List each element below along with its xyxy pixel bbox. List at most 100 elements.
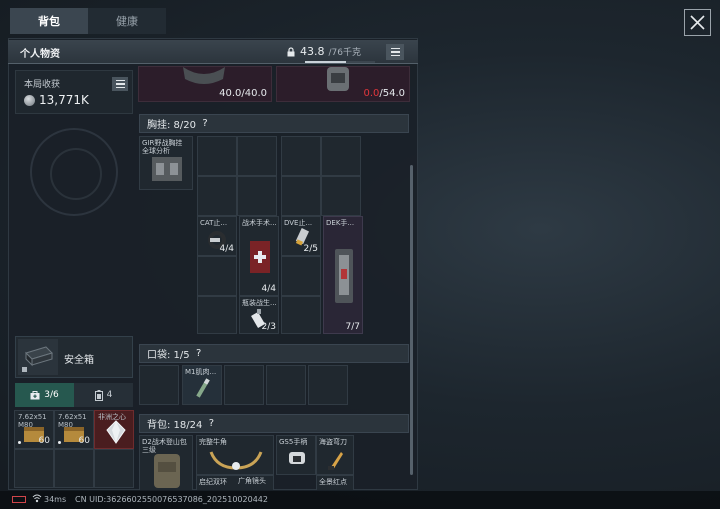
pocket-header: 口袋: 1/5 ? <box>139 344 409 363</box>
medical-case-icon <box>335 249 353 303</box>
surgery-kit-icon <box>250 241 270 273</box>
dek-item[interactable]: DEK手... 7/7 <box>323 216 363 334</box>
grip-icon <box>289 452 305 464</box>
m1-item[interactable]: M1肌肉... <box>182 365 222 405</box>
list-icon <box>115 79 125 82</box>
scrollbar[interactable] <box>410 165 413 475</box>
pocket-slot[interactable] <box>266 365 306 405</box>
chest-slot[interactable] <box>281 176 321 216</box>
safe-subtabs: 3/6 4 <box>15 383 133 407</box>
subtab-battery[interactable]: 4 <box>74 383 133 407</box>
pocket-title: 口袋: 1/5 <box>147 350 190 361</box>
chest-slot[interactable] <box>197 296 237 334</box>
knife-icon <box>328 452 343 470</box>
help-icon[interactable]: ? <box>209 418 214 429</box>
gear-list[interactable]: 40.0/40.0 0.0/54.0 胸挂: 8/20 ? GIR野战胸挂 全球… <box>138 66 414 490</box>
coin-icon <box>24 94 35 106</box>
subtab-medkit[interactable]: 3/6 <box>15 383 74 407</box>
helmet-icon <box>327 67 349 91</box>
menu-icon <box>390 47 400 50</box>
panel-title: 个人物资 <box>20 49 60 60</box>
chest-slot[interactable] <box>281 136 321 176</box>
chest-rig-item[interactable]: GIR野战胸挂 全球分析 <box>139 136 193 190</box>
user-uid: CN UID:3626602550076537086_202510020442 <box>75 495 268 504</box>
pocket-slot[interactable] <box>139 365 179 405</box>
safe-slot-empty[interactable] <box>14 449 54 488</box>
item-qty: 4/4 <box>261 284 276 294</box>
backpack-icon <box>154 454 180 488</box>
item-name: 广角镜头 <box>238 477 266 485</box>
subtab-medkit-label: 3/6 <box>44 390 59 400</box>
harvest-menu-button[interactable] <box>112 77 128 91</box>
safe-grid: 7.62x51 M80 60 7.62x51 M80 60 非洲之心 <box>14 410 134 488</box>
harvest-card: 本局收获 13,771K <box>15 70 133 114</box>
gs5-item[interactable]: GS5手柄 <box>276 435 316 475</box>
safe-slot-empty[interactable] <box>94 449 134 488</box>
safe-box-label: 安全箱 <box>64 355 94 366</box>
chest-slot[interactable] <box>321 136 361 176</box>
surgery-kit-item[interactable]: 战术手术... 4/4 <box>239 216 279 296</box>
item-qty: 7/7 <box>345 322 360 332</box>
item-name: CAT止... <box>200 219 228 227</box>
ammo-qty: 60 <box>38 436 50 446</box>
weight-bar-fill <box>305 61 346 63</box>
helmet-slot[interactable]: 0.0/54.0 <box>276 66 410 102</box>
status-dot <box>18 441 21 444</box>
item-qty: 4/4 <box>219 244 234 254</box>
backpack-item[interactable]: D2战术登山包 三级 <box>139 435 193 490</box>
dve-item[interactable]: DVE止... 2/5 <box>281 216 321 256</box>
pocket-slot[interactable] <box>308 365 348 405</box>
chest-slot[interactable] <box>281 256 321 296</box>
red-dot-item[interactable]: 全景红点 <box>316 475 354 490</box>
harvest-value: 13,771K <box>24 93 89 107</box>
safe-box-slot[interactable]: 安全箱 <box>15 336 133 378</box>
safe-slot-rare[interactable]: 非洲之心 <box>94 410 134 449</box>
wifi-icon <box>32 494 42 505</box>
close-icon <box>690 15 705 30</box>
pocket-slot[interactable] <box>224 365 264 405</box>
safe-slot[interactable]: 7.62x51 M80 60 <box>54 410 94 449</box>
helmet-durability: 0.0/54.0 <box>363 88 405 99</box>
item-qty: 2/5 <box>303 244 318 254</box>
diamond-icon <box>106 420 126 444</box>
lens-item[interactable]: 广角镜头 <box>236 475 314 490</box>
item-name: 海盗弯刀 <box>319 438 347 446</box>
item-name: 战术手术... <box>242 219 277 227</box>
status-bar: 34ms CN UID:3626602550076537086_20251002… <box>0 491 720 509</box>
chest-slot[interactable] <box>197 176 237 216</box>
harvest-label: 本局收获 <box>24 80 61 90</box>
cutlass-item[interactable]: 海盗弯刀 <box>316 435 354 475</box>
chest-slot[interactable] <box>237 136 277 176</box>
status-dot <box>58 441 61 444</box>
cat-tourniquet-item[interactable]: CAT止... 4/4 <box>197 216 237 256</box>
ammo-name: 7.62x51 <box>18 413 47 421</box>
chest-slot[interactable] <box>197 256 237 296</box>
sort-menu-button[interactable] <box>386 44 404 60</box>
weight-max: /76千克 <box>328 48 362 58</box>
safe-slot-empty[interactable] <box>54 449 94 488</box>
safe-slot[interactable]: 7.62x51 M80 60 <box>14 410 54 449</box>
help-icon[interactable]: ? <box>202 118 207 129</box>
chest-slot[interactable] <box>281 296 321 334</box>
help-icon[interactable]: ? <box>196 348 201 359</box>
ammo-name: 7.62x51 <box>58 413 87 421</box>
item-name: 全景红点 <box>319 478 347 486</box>
item-qty: 2/3 <box>261 322 276 332</box>
chest-slot[interactable] <box>321 176 361 216</box>
lock-icon <box>287 46 295 56</box>
tab-health[interactable]: 健康 <box>88 8 166 34</box>
ping-readout: 34ms <box>44 495 67 504</box>
battery-icon <box>94 389 103 401</box>
close-button[interactable] <box>684 9 711 36</box>
armor-slot[interactable]: 40.0/40.0 <box>138 66 272 102</box>
stim-icon <box>196 378 210 398</box>
chest-slot[interactable] <box>237 176 277 216</box>
bottled-item[interactable]: 瓶装战生... 2/3 <box>239 296 279 334</box>
horn-item[interactable]: 完整牛角 <box>196 435 274 475</box>
chest-slot[interactable] <box>197 136 237 176</box>
armor-durability: 40.0/40.0 <box>219 88 267 99</box>
tab-backpack[interactable]: 背包 <box>10 8 88 34</box>
faction-emblem <box>30 128 118 216</box>
top-tabs: 背包 健康 <box>10 8 166 34</box>
chest-rig-title: 胸挂: 8/20 <box>147 120 197 131</box>
